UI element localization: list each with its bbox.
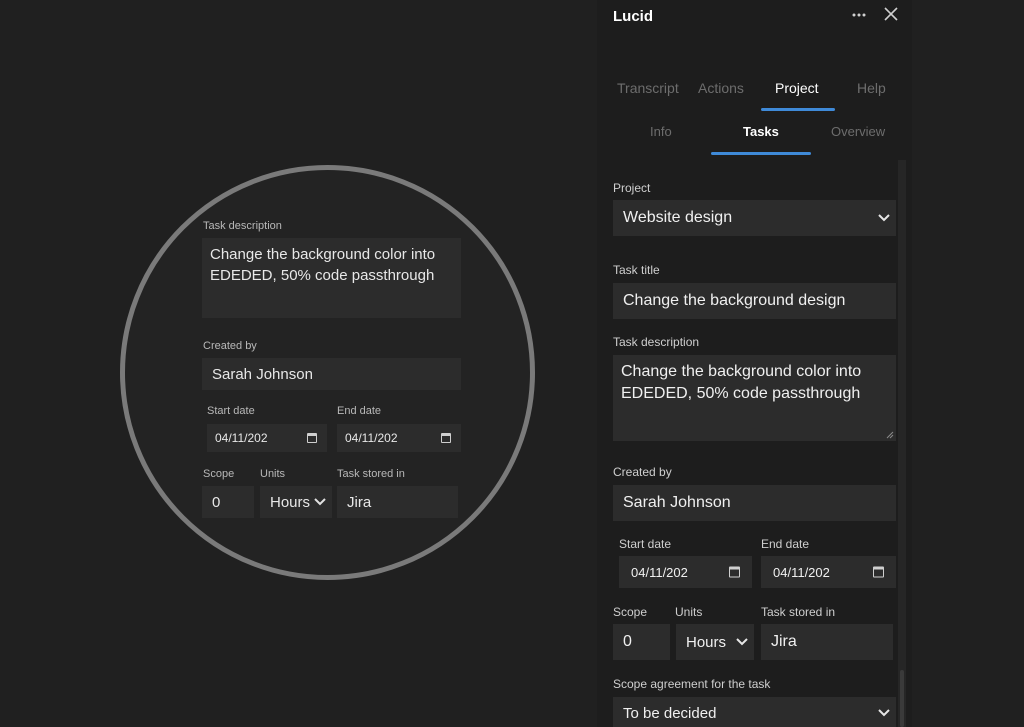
sub-tabs: Info Tasks Overview: [611, 124, 901, 158]
scrollbar[interactable]: [898, 160, 906, 727]
subtab-overview[interactable]: Overview: [831, 124, 885, 139]
chevron-down-icon: [878, 709, 890, 717]
project-select-value: Website design: [623, 209, 733, 226]
end-date-value: 04/11/202: [773, 564, 830, 580]
zoom-start-date-label: Start date: [207, 405, 255, 417]
zoom-scope-label: Scope: [203, 468, 235, 480]
task-title-input[interactable]: Change the background design: [613, 283, 896, 319]
zoomed-form: Task description Change the background c…: [125, 170, 461, 562]
created-by-input[interactable]: Sarah Johnson: [613, 485, 896, 521]
start-date-input[interactable]: 04/11/202: [619, 556, 752, 588]
zoom-created-by-label: Created by: [203, 340, 257, 352]
main-tabs: Transcript Actions Project Help: [611, 80, 901, 114]
task-description-label: Task description: [613, 335, 700, 349]
start-date-label: Start date: [619, 537, 672, 551]
magnifier-circle: Task description Change the background c…: [120, 165, 535, 580]
scope-label: Scope: [613, 605, 648, 619]
zoom-scope-input[interactable]: 0: [202, 486, 254, 518]
chevron-down-icon: [314, 498, 326, 506]
zoom-units-value: Hours: [270, 493, 311, 511]
zoom-task-description-textarea[interactable]: Change the background color into EDEDED,…: [202, 238, 461, 318]
units-select-value: Hours: [686, 633, 727, 651]
task-title-label: Task title: [613, 263, 660, 277]
zoom-start-date-value: 04/11/202: [215, 431, 268, 445]
scope-input[interactable]: 0: [613, 624, 670, 660]
project-select[interactable]: Website design: [613, 200, 896, 236]
subtab-tasks[interactable]: Tasks: [743, 124, 779, 139]
created-by-label: Created by: [613, 465, 672, 479]
end-date-input[interactable]: 04/11/202: [761, 556, 896, 588]
scrollbar-thumb[interactable]: [900, 670, 904, 727]
subtab-info[interactable]: Info: [650, 124, 672, 139]
task-description-textarea[interactable]: Change the background color into EDEDED,…: [613, 355, 896, 441]
zoom-task-stored-label: Task stored in: [337, 468, 405, 480]
calendar-icon[interactable]: [729, 566, 740, 578]
scope-agreement-label: Scope agreement for the task: [613, 677, 771, 691]
task-stored-label: Task stored in: [761, 605, 836, 619]
project-label: Project: [613, 181, 651, 195]
zoom-start-date-input[interactable]: 04/11/202: [207, 424, 327, 452]
resize-handle-icon[interactable]: [886, 431, 894, 439]
tab-project-underline: [761, 108, 835, 111]
zoom-end-date-input[interactable]: 04/11/202: [337, 424, 461, 452]
units-select[interactable]: Hours: [676, 624, 754, 660]
units-label: Units: [675, 605, 703, 619]
zoom-units-label: Units: [260, 468, 286, 480]
tab-actions[interactable]: Actions: [698, 80, 744, 96]
zoom-created-by-input[interactable]: Sarah Johnson: [202, 358, 461, 390]
tab-transcript[interactable]: Transcript: [617, 80, 679, 96]
lucid-panel: Lucid Transcript Actions Project Help In…: [597, 0, 912, 727]
scope-agreement-value: To be decided: [623, 704, 717, 722]
subtab-tasks-underline: [711, 152, 811, 155]
tab-help[interactable]: Help: [857, 80, 886, 96]
calendar-icon[interactable]: [307, 433, 317, 443]
zoom-task-stored-input[interactable]: Jira: [337, 486, 458, 518]
chevron-down-icon: [736, 638, 748, 646]
task-stored-input[interactable]: Jira: [761, 624, 893, 660]
scope-agreement-select[interactable]: To be decided: [613, 697, 896, 727]
calendar-icon[interactable]: [441, 433, 451, 443]
zoom-end-date-label: End date: [337, 405, 382, 417]
task-description-value: Change the background color into EDEDED,…: [621, 363, 862, 402]
app-title: Lucid: [613, 8, 653, 25]
more-horizontal-icon[interactable]: [850, 6, 870, 26]
calendar-icon[interactable]: [873, 566, 884, 578]
chevron-down-icon: [878, 214, 890, 222]
zoom-end-date-value: 04/11/202: [345, 431, 398, 445]
zoom-task-description-label: Task description: [203, 220, 282, 232]
tab-project[interactable]: Project: [775, 80, 819, 96]
close-icon[interactable]: [883, 6, 901, 24]
zoom-units-select[interactable]: Hours: [260, 486, 332, 518]
end-date-label: End date: [761, 537, 810, 551]
start-date-value: 04/11/202: [631, 564, 688, 580]
